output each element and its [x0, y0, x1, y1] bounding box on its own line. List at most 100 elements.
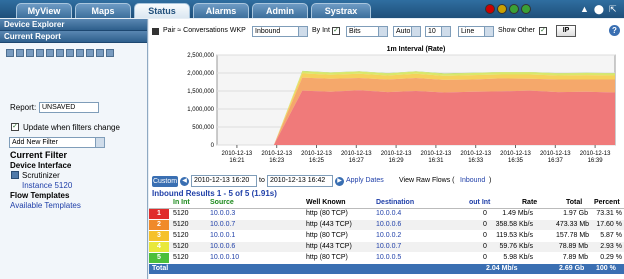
tab-alarms[interactable]: Alarms: [193, 3, 249, 18]
row-well-known: http (80 TCP): [306, 210, 348, 217]
link-icon[interactable]: [106, 49, 114, 57]
row-in-int: 5120: [173, 243, 189, 250]
col-destination[interactable]: Destination: [376, 198, 414, 208]
to-date-input[interactable]: 2010-12-13 16:42: [267, 175, 333, 187]
current-report-header[interactable]: Current Report: [0, 31, 147, 43]
ip-button[interactable]: IP: [556, 25, 576, 37]
status-light-red[interactable]: [485, 4, 495, 14]
col-in-int[interactable]: In Int: [173, 198, 190, 208]
alert-icon[interactable]: ▲: [580, 4, 589, 15]
csv-icon[interactable]: [76, 49, 84, 57]
row-source[interactable]: 10.0.0.3: [210, 209, 235, 219]
tab-maps[interactable]: Maps: [75, 3, 131, 18]
by-int-checkbox[interactable]: ✓: [332, 27, 340, 35]
graph-type-select[interactable]: Line: [458, 26, 494, 37]
row-in-int: 5120: [173, 210, 189, 217]
raw-flows-link[interactable]: Inbound: [460, 177, 485, 184]
row-destination[interactable]: 10.0.0.7: [376, 242, 401, 252]
row-percent: 5.87 %: [600, 232, 622, 239]
row-source[interactable]: 10.0.0.7: [210, 220, 235, 230]
total-total: 2.69 Gb: [559, 265, 585, 272]
x-tick-label: 2010-12-13 16:27: [341, 151, 372, 164]
instance-link[interactable]: Instance 5120: [22, 181, 72, 190]
tab-myview[interactable]: MyView: [16, 3, 72, 18]
popout-icon[interactable]: ⇱: [609, 4, 617, 15]
table-row[interactable]: 4 5120 10.0.0.6 http (443 TCP) 10.0.0.7 0 59.7…: [149, 242, 624, 252]
unit-select[interactable]: Bits: [346, 26, 388, 37]
row-destination[interactable]: 10.0.0.4: [376, 209, 401, 219]
tab-status[interactable]: Status: [134, 3, 190, 18]
new-report-icon[interactable]: [6, 49, 14, 57]
add-filter-select[interactable]: Add New Filter: [9, 137, 105, 148]
available-templates-link[interactable]: Available Templates: [10, 201, 81, 210]
col-well-known[interactable]: Well Known: [306, 198, 346, 208]
current-filter-title: Current Filter: [10, 150, 68, 160]
from-date-input[interactable]: 2010-12-13 16:20: [191, 175, 257, 187]
col-percent[interactable]: Percent: [594, 198, 620, 208]
rss-icon[interactable]: [86, 49, 94, 57]
user-icon[interactable]: ⬤: [594, 4, 604, 15]
y-tick-label: 500,000: [192, 125, 214, 131]
date-bar: Custom ◀ 2010-12-13 16:20 to 2010-12-13 …: [149, 174, 624, 190]
save-as-icon[interactable]: [26, 49, 34, 57]
scale-select[interactable]: Auto: [393, 26, 421, 37]
collapse-icon[interactable]: [152, 28, 159, 35]
row-in-int: 5120: [173, 221, 189, 228]
row-destination[interactable]: 10.0.0.2: [376, 231, 401, 241]
row-source[interactable]: 10.0.0.10: [210, 253, 239, 263]
results-title: Inbound Results 1 - 5 of 5 (1.91s): [152, 189, 277, 198]
save-icon[interactable]: [16, 49, 24, 57]
top-tab-bar: MyView Maps Status Alarms Admin Systrax …: [0, 0, 624, 18]
table-header: In Int Source Well Known Destination out…: [149, 198, 624, 209]
row-out-int: 0: [483, 254, 487, 261]
chart-title: 1m Interval (Rate): [387, 46, 446, 53]
row-destination[interactable]: 10.0.0.5: [376, 253, 401, 263]
y-tick-label: 2,500,000: [187, 53, 214, 59]
table-row[interactable]: 2 5120 10.0.0.7 http (443 TCP) 10.0.0.6 0 358.…: [149, 220, 624, 230]
settings-icon[interactable]: [96, 49, 104, 57]
update-filters-checkbox[interactable]: ✓: [11, 123, 19, 131]
show-other-checkbox[interactable]: ✓: [539, 27, 547, 35]
tab-admin[interactable]: Admin: [252, 3, 308, 18]
row-source[interactable]: 10.0.0.1: [210, 231, 235, 241]
row-out-int: 0: [483, 243, 487, 250]
row-source[interactable]: 10.0.0.6: [210, 242, 235, 252]
col-rate[interactable]: Rate: [522, 198, 537, 208]
x-tick-label: 2010-12-13 16:39: [580, 151, 611, 164]
report-name-input[interactable]: UNSAVED: [39, 102, 99, 113]
col-source[interactable]: Source: [210, 198, 234, 208]
sidebar: Device Explorer Current Report Report: U…: [0, 19, 148, 279]
device-explorer-header[interactable]: Device Explorer: [0, 19, 147, 31]
row-well-known: http (443 TCP): [306, 221, 352, 228]
table-row[interactable]: 1 5120 10.0.0.3 http (80 TCP) 10.0.0.4 0 1.49 …: [149, 209, 624, 219]
next-icon[interactable]: ▶: [335, 177, 344, 186]
row-well-known: http (80 TCP): [306, 232, 348, 239]
row-total: 7.89 Mb: [562, 254, 588, 261]
report-controls: Pair ≈ Conversations WKP Inbound By Int …: [149, 25, 624, 39]
email-icon[interactable]: [46, 49, 54, 57]
help-icon[interactable]: ?: [609, 25, 620, 36]
row-number: 1: [149, 209, 169, 219]
table-row[interactable]: 5 5120 10.0.0.10 http (80 TCP) 10.0.0.5 0 5.98…: [149, 253, 624, 263]
custom-button[interactable]: Custom: [152, 176, 178, 187]
row-destination[interactable]: 10.0.0.6: [376, 220, 401, 230]
tab-systrax[interactable]: Systrax: [311, 3, 371, 18]
pdf-icon[interactable]: [66, 49, 74, 57]
status-light-green[interactable]: [509, 4, 519, 14]
prev-icon[interactable]: ◀: [180, 177, 189, 186]
print-icon[interactable]: [36, 49, 44, 57]
status-light-yellow[interactable]: [497, 4, 507, 14]
x-tick-label: 2010-12-13 16:21: [222, 151, 253, 164]
row-percent: 17.60 %: [596, 221, 622, 228]
schedule-icon[interactable]: [56, 49, 64, 57]
status-light-green-2[interactable]: [521, 4, 531, 14]
y-tick-label: 1,500,000: [187, 89, 214, 95]
x-tick-label: 2010-12-13 16:25: [301, 151, 332, 164]
col-out-int[interactable]: out Int: [469, 198, 490, 208]
apply-dates-link[interactable]: Apply Dates: [346, 177, 384, 184]
direction-select[interactable]: Inbound: [252, 26, 308, 37]
top-n-select[interactable]: 10: [425, 26, 451, 37]
col-total[interactable]: Total: [566, 198, 582, 208]
table-row[interactable]: 3 5120 10.0.0.1 http (80 TCP) 10.0.0.2 0 119.5…: [149, 231, 624, 241]
total-percent: 100 %: [596, 265, 616, 272]
